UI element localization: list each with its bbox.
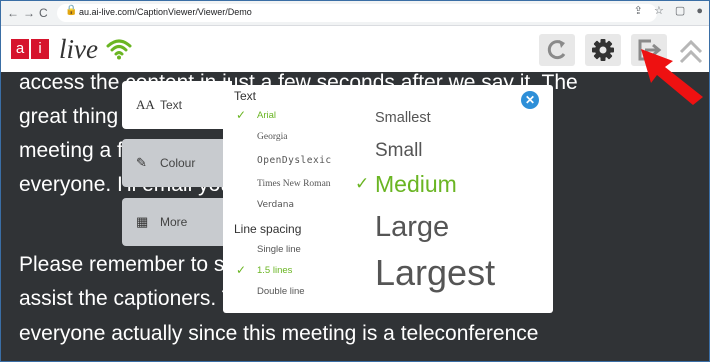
settings-panel: Text ✓ Arial Georgia OpenDyslexic Times … <box>223 85 553 313</box>
app-window: ← → C 🔒 au.ai-live.com/CaptionViewer/Vie… <box>0 0 710 362</box>
tab-label: More <box>160 215 188 229</box>
reload-button[interactable]: C <box>39 4 48 22</box>
refresh-button[interactable] <box>539 34 575 66</box>
size-option-large[interactable]: Large <box>375 211 449 244</box>
spacing-option-single[interactable]: Single line <box>257 244 301 255</box>
font-option-times-new-roman[interactable]: Times New Roman <box>257 179 331 189</box>
browser-toolbar: ← → C 🔒 au.ai-live.com/CaptionViewer/Vie… <box>1 1 709 26</box>
annotation-arrow <box>641 49 703 105</box>
browser-actions: ⇪ ☆ ▢ ● <box>626 4 703 17</box>
font-option-verdana[interactable]: Verdana <box>257 200 294 210</box>
profile-icon[interactable]: ● <box>696 5 703 17</box>
refresh-icon <box>547 40 566 60</box>
back-button[interactable]: ← <box>7 4 19 22</box>
check-icon: ✓ <box>236 108 247 122</box>
check-icon: ✓ <box>355 174 370 193</box>
brush-icon: ✎ <box>136 155 147 170</box>
logo-box-i: i <box>31 39 49 59</box>
tab-text[interactable]: AA Text <box>122 81 232 129</box>
logo-live-text: live <box>59 33 98 64</box>
logo: a i live <box>11 34 132 64</box>
share-icon[interactable]: ⇪ <box>634 5 643 17</box>
logo-box-a: a <box>11 39 29 59</box>
window-icon[interactable]: ▢ <box>675 5 685 17</box>
tab-label: Text <box>160 98 183 112</box>
spacing-option-double[interactable]: Double line <box>257 286 305 297</box>
app-header: a i live <box>1 26 709 72</box>
size-option-largest[interactable]: Largest <box>375 252 495 294</box>
spacing-option-1-5[interactable]: 1.5 lines <box>257 265 292 276</box>
tab-more[interactable]: ▦ More <box>122 198 232 246</box>
size-option-small[interactable]: Small <box>375 140 423 162</box>
font-option-opendyslexic[interactable]: OpenDyslexic <box>257 155 332 166</box>
tab-label: Colour <box>160 156 196 170</box>
grid-icon: ▦ <box>136 214 149 229</box>
size-option-smallest[interactable]: Smallest <box>375 110 431 126</box>
text-size-icon: AA <box>136 97 155 112</box>
tab-colour[interactable]: ✎ Colour <box>122 139 232 187</box>
forward-button[interactable]: → <box>23 4 35 22</box>
lock-icon: 🔒 <box>65 5 78 16</box>
check-icon: ✓ <box>236 263 247 277</box>
url-text: au.ai-live.com/CaptionViewer/Viewer/Demo <box>79 7 252 17</box>
wifi-icon <box>106 39 132 60</box>
address-bar[interactable]: 🔒 au.ai-live.com/CaptionViewer/Viewer/De… <box>57 4 657 22</box>
gear-icon <box>592 39 614 61</box>
text-section-title: Text <box>234 89 257 103</box>
settings-button[interactable] <box>585 34 621 66</box>
spacing-section-title: Line spacing <box>234 222 302 236</box>
size-option-medium[interactable]: Medium <box>375 171 457 198</box>
font-option-georgia[interactable]: Georgia <box>257 132 287 142</box>
font-option-arial[interactable]: Arial <box>257 110 276 121</box>
caption-line: everyone actually since this meeting is … <box>19 322 539 345</box>
star-icon[interactable]: ☆ <box>654 5 664 17</box>
close-icon[interactable]: ✕ <box>521 91 539 109</box>
